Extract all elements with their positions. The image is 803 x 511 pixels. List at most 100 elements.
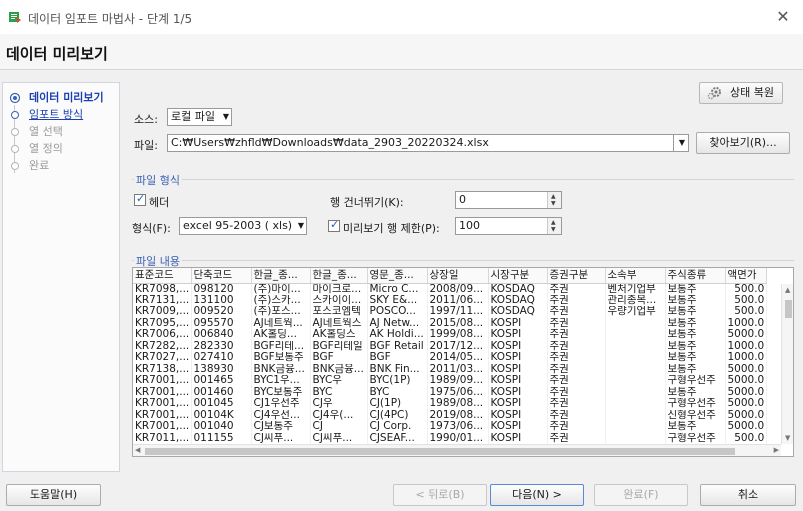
- column-header[interactable]: 한글_종...: [310, 268, 368, 284]
- spinner-down-icon[interactable]: ▼: [551, 227, 556, 233]
- table-cell: CJ4우선...: [251, 409, 311, 421]
- table-cell: [605, 386, 666, 398]
- scroll-up-icon[interactable]: ▲: [785, 286, 790, 294]
- table-cell: KOSPI: [488, 421, 548, 433]
- table-row[interactable]: KR7027,... 027410 BGF보통주 BGF BGF 2014/05... KO…: [133, 352, 768, 364]
- skip-rows-spinner[interactable]: 0 ▲ ▼: [455, 191, 562, 209]
- close-icon[interactable]: ✕: [773, 7, 793, 27]
- header-checkbox[interactable]: ✓: [134, 192, 146, 206]
- preview-limit-label: 미리보기 행 제한(P):: [343, 222, 440, 235]
- table-row[interactable]: KR7282,... 282330 BGF리테... BGF리테일 BGF Retail…: [133, 340, 768, 352]
- page-title: 데이터 미리보기: [6, 45, 108, 63]
- spinner-buttons[interactable]: ▲ ▼: [547, 192, 561, 208]
- table-row[interactable]: KR7009,... 009520 (주)포스... 포스코엠텍 POSCO... 199…: [133, 306, 768, 318]
- spinner-buttons[interactable]: ▲ ▼: [547, 218, 561, 234]
- table-cell: [605, 409, 666, 421]
- scroll-thumb[interactable]: [145, 448, 735, 455]
- format-label: 형식(F):: [132, 222, 171, 235]
- table-row[interactable]: KR7001,... 001465 BYC1우... BYC우 BYC(1P) 1989/…: [133, 375, 768, 387]
- table-row[interactable]: KR7001,... 00104K CJ4우선... CJ4우(... CJ(4PC) 2…: [133, 409, 768, 421]
- table-cell: 1999/08...: [427, 329, 489, 341]
- table-cell: 주권: [547, 421, 606, 433]
- source-select[interactable]: 로컬 파일 ▼: [167, 108, 232, 126]
- table-cell: 보통주: [665, 294, 726, 306]
- table-cell: 500.0: [725, 432, 768, 444]
- table-cell: 5000.0: [725, 421, 768, 433]
- scroll-down-icon[interactable]: ▼: [785, 434, 790, 442]
- table-cell: AK Holdi...: [367, 329, 428, 341]
- column-header[interactable]: 표준코드: [133, 268, 192, 284]
- scroll-thumb[interactable]: [785, 300, 792, 318]
- table-cell: 1000.0: [725, 317, 768, 329]
- scroll-right-icon[interactable]: ▶: [774, 446, 779, 454]
- table-row[interactable]: KR7001,... 001040 CJ보통주 CJ CJ Corp. 1973/06..…: [133, 421, 768, 433]
- restore-state-button[interactable]: 상태 복원: [699, 82, 783, 104]
- table-cell: 벤처기업부: [605, 283, 666, 295]
- column-header[interactable]: 증권구분: [547, 268, 606, 284]
- help-button[interactable]: 도움말(H): [6, 484, 101, 506]
- horizontal-scrollbar[interactable]: ◀ ▶: [133, 444, 781, 456]
- wizard-header: 데이터 미리보기: [0, 34, 803, 70]
- table-cell: KOSPI: [488, 340, 548, 352]
- finish-button[interactable]: 완료(F): [594, 484, 688, 506]
- preview-limit-value: 100: [459, 219, 480, 232]
- preview-limit-spinner[interactable]: 100 ▲ ▼: [455, 217, 562, 235]
- column-header[interactable]: 액면가: [725, 268, 768, 284]
- column-header[interactable]: 한글_종...: [251, 268, 311, 284]
- table-cell: KOSDAQ: [488, 294, 548, 306]
- table-cell: 주권: [547, 432, 606, 444]
- table-cell: [605, 363, 666, 375]
- file-path-input[interactable]: C:₩Users₩zhfld₩Downloads₩data_2903_20220…: [167, 134, 689, 152]
- chevron-down-icon: ▼: [222, 112, 229, 121]
- file-history-dropdown[interactable]: ▼: [673, 134, 689, 152]
- table-cell: 5000.0: [725, 375, 768, 387]
- step-label: 열 선택: [29, 125, 63, 138]
- table-row[interactable]: KR7095,... 095570 AJ네트웍... AJ네트웍스 AJ Netw...…: [133, 317, 768, 329]
- wizard-content: 상태 복원 소스: 로컬 파일 ▼ 파일: C:₩Users₩zhfld₩Dow…: [122, 82, 801, 472]
- column-header[interactable]: 영문_종...: [367, 268, 428, 284]
- import-wizard-icon: [9, 12, 21, 23]
- table-cell: 282330: [191, 340, 252, 352]
- table-cell: 보통주: [665, 306, 726, 318]
- table-cell: 구형우선주: [665, 432, 726, 444]
- next-button[interactable]: 다음(N) >: [490, 484, 584, 506]
- table-row[interactable]: KR7001,... 001045 CJ1우선주 CJ우 CJ(1P) 1989/08..…: [133, 398, 768, 410]
- table-cell: (주)스카...: [251, 294, 311, 306]
- preview-limit-checkbox[interactable]: ✓: [328, 218, 340, 232]
- table-cell: KR7001,...: [133, 409, 192, 421]
- cancel-button[interactable]: 취소: [700, 484, 796, 506]
- step-label[interactable]: 임포트 방식: [29, 108, 83, 122]
- table-cell: 131100: [191, 294, 252, 306]
- table-row[interactable]: KR7001,... 001460 BYC보통주 BYC BYC 1975/06... KO…: [133, 386, 768, 398]
- vertical-scrollbar[interactable]: ▲ ▼: [781, 284, 793, 444]
- table-cell: 주권: [547, 340, 606, 352]
- browse-button[interactable]: 찾아보기(R)...: [696, 132, 790, 154]
- table-cell: 주권: [547, 283, 606, 295]
- table-cell: 001040: [191, 421, 252, 433]
- column-header[interactable]: 단축코드: [191, 268, 252, 284]
- column-header[interactable]: 상장일: [427, 268, 489, 284]
- table-cell: (주)마이...: [251, 283, 311, 295]
- format-select[interactable]: excel 95-2003 ( xls) ▼: [179, 217, 307, 235]
- chevron-down-icon: ▼: [297, 221, 304, 230]
- column-header[interactable]: 주식종류: [665, 268, 726, 284]
- table-row[interactable]: KR7138,... 138930 BNK금융... BNK금융... BNK Fin.…: [133, 363, 768, 375]
- table-cell: AK홀딩스: [310, 329, 368, 341]
- table-row[interactable]: KR7011,... 011155 CJ씨푸... CJ씨푸... CJSEAF... 1…: [133, 432, 768, 444]
- table-cell: 주권: [547, 409, 606, 421]
- table-cell: CJ Corp.: [367, 421, 428, 433]
- table-row[interactable]: KR7006,... 006840 AK홀딩... AK홀딩스 AK Holdi... 1…: [133, 329, 768, 341]
- back-button[interactable]: < 뒤로(B): [393, 484, 487, 506]
- table-cell: 주권: [547, 398, 606, 410]
- scroll-left-icon[interactable]: ◀: [135, 446, 140, 454]
- table-cell: 보통주: [665, 352, 726, 364]
- table-row[interactable]: KR7131,... 131100 (주)스카... 스카이이... SKY E&...…: [133, 294, 768, 306]
- table-cell: 1000.0: [725, 352, 768, 364]
- file-content-table[interactable]: 표준코드 단축코드 한글_종... 한글_종... 영문_종... 상장일 시장구분 증권구분…: [132, 267, 794, 457]
- column-header[interactable]: 소속부: [605, 268, 666, 284]
- column-header[interactable]: 시장구분: [488, 268, 548, 284]
- table-row[interactable]: KR7098,... 098120 (주)마이... 마이크로... Micro C..…: [133, 283, 768, 295]
- spinner-down-icon[interactable]: ▼: [551, 201, 556, 207]
- table-cell: 2008/09...: [427, 283, 489, 295]
- checkmark-icon: ✓: [330, 218, 340, 231]
